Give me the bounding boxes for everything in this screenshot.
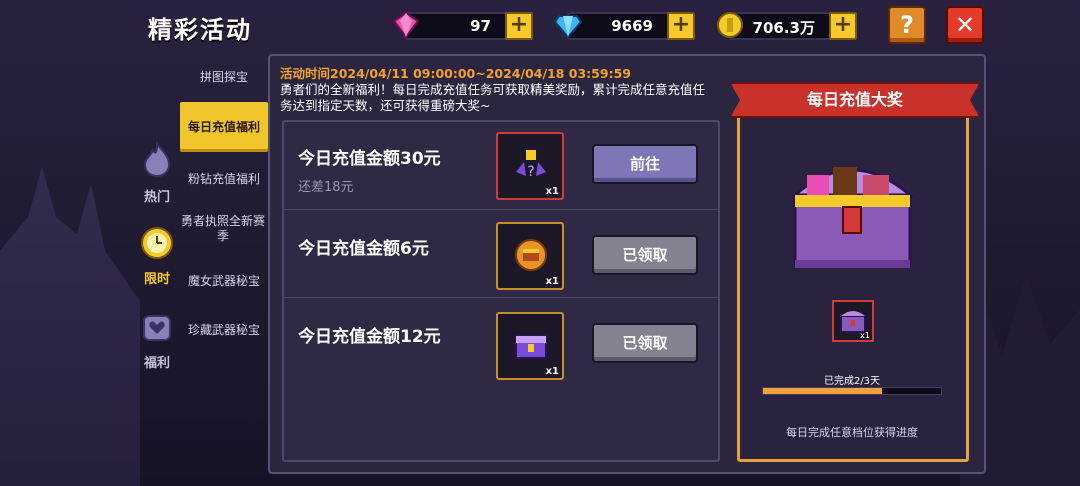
grand-prize-item[interactable]: x1	[832, 300, 874, 342]
treasure-chest-icon	[515, 335, 547, 359]
event-description: 勇者们的全新福利！每日完成充值任务可获取精美奖励，累计完成任意充值任务达到指定天…	[280, 82, 706, 113]
add-coin-button[interactable]: +	[829, 12, 857, 40]
mystery-weapon-icon: ?	[516, 150, 546, 180]
go-button[interactable]: 前往	[592, 144, 698, 184]
category-limited[interactable]: 限时	[135, 222, 179, 287]
reward-item[interactable]: ? x1	[496, 132, 564, 200]
help-button[interactable]: ?	[888, 6, 926, 44]
reward-qty: x1	[545, 276, 559, 287]
grand-prize-banner: 每日充值大奖	[730, 82, 980, 118]
reward-item[interactable]: x1	[496, 222, 564, 290]
coin-count: 706.3万	[752, 19, 815, 37]
add-diamond-button[interactable]: +	[667, 12, 695, 40]
diamond-count: 9669	[611, 17, 653, 35]
category-welfare[interactable]: 福利	[135, 306, 179, 371]
grand-treasure-chest-icon	[791, 167, 915, 268]
close-button[interactable]: ✕	[946, 6, 984, 44]
task-row: 今日充值金额6元 x1 已领取	[284, 210, 718, 298]
task-row: 今日充值金额12元 x1 已领取	[284, 298, 718, 386]
category-label: 限时	[143, 272, 170, 287]
claimed-button[interactable]: 已领取	[592, 235, 698, 275]
task-list: 今日充值金额30元 还差18元 ? x1 前往 今日充值金额6元 x1 已领取	[282, 120, 720, 462]
submenu-item-collection-weapon[interactable]: 珍藏武器秘宝	[180, 323, 268, 338]
blue-diamond-icon	[553, 15, 583, 39]
currency-pink-gem: 97 +	[392, 11, 533, 40]
category-hot[interactable]: 热门	[135, 140, 179, 205]
background-castle	[0, 166, 140, 486]
task-remaining: 还差18元	[298, 180, 354, 195]
progress-fill	[763, 388, 882, 394]
task-row: 今日充值金额30元 还差18元 ? x1 前往	[284, 122, 718, 210]
svg-text:?: ?	[527, 164, 534, 180]
claimed-button[interactable]: 已领取	[592, 323, 698, 363]
event-time: 活动时间2024/04/11 09:00:00~2024/04/18 03:59…	[280, 66, 631, 81]
reward-item[interactable]: x1	[496, 312, 564, 380]
pink-gem-icon	[392, 11, 420, 39]
currency-coin: 706.3万 +	[717, 12, 857, 40]
submenu-item-witch-weapon[interactable]: 魔女武器秘宝	[180, 274, 268, 289]
submenu-item-daily-recharge[interactable]: 每日充值福利	[180, 102, 268, 152]
progress-bar	[762, 387, 942, 395]
task-title: 今日充值金额6元	[298, 239, 429, 259]
task-title: 今日充值金额30元	[298, 149, 441, 169]
reward-qty: x1	[545, 186, 559, 197]
submenu-item-license-season[interactable]: 勇者执照全新赛季	[180, 214, 266, 244]
prize-qty: x1	[860, 331, 870, 340]
fire-icon	[143, 141, 171, 178]
treasure-orb-icon	[515, 239, 547, 271]
submenu-item-puzzle[interactable]: 拼图探宝	[180, 70, 268, 85]
task-title: 今日充值金额12元	[298, 327, 441, 347]
gold-coin-icon	[717, 12, 743, 38]
clock-icon	[141, 227, 173, 259]
category-label: 福利	[143, 356, 170, 371]
add-pink-gem-button[interactable]: +	[505, 12, 533, 40]
submenu-item-pink-diamond[interactable]: 粉钻充值福利	[180, 172, 268, 187]
category-label: 热门	[143, 190, 170, 205]
currency-diamond: 9669 +	[553, 12, 695, 40]
pink-gem-count: 97	[470, 17, 491, 35]
page-title: 精彩活动	[148, 16, 252, 44]
reward-qty: x1	[545, 366, 559, 377]
progress-label: 已完成2/3天	[823, 376, 881, 387]
heart-bag-icon	[143, 315, 171, 341]
progress-hint: 每日完成任意档位获得进度	[786, 426, 918, 439]
